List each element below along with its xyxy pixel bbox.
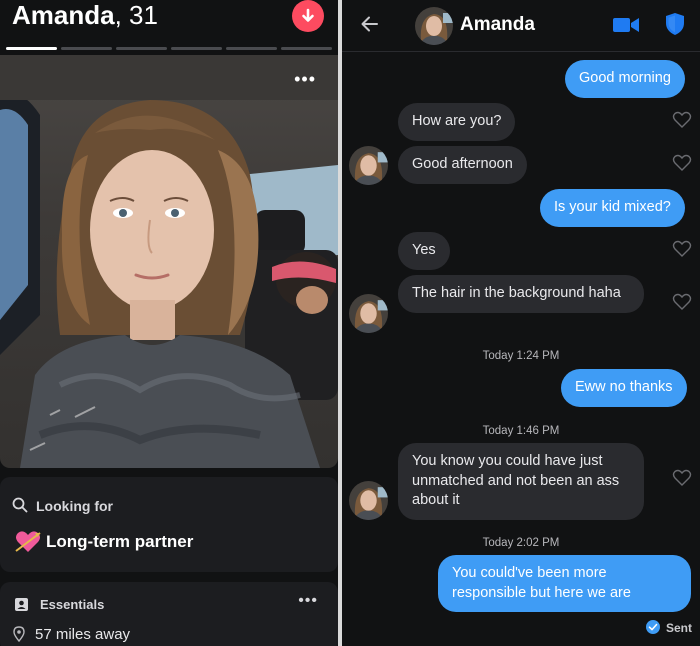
timestamp: Today 1:24 PM (482, 350, 560, 362)
like-heart-icon[interactable] (672, 240, 692, 258)
profile-photo-illustration (0, 55, 338, 468)
contact-name[interactable]: Amanda (460, 14, 535, 36)
chat-panel: Amanda Good morning How are you? Good af… (342, 0, 700, 646)
like-heart-icon[interactable] (672, 469, 692, 487)
like-heart-icon[interactable] (672, 154, 692, 172)
sent-check-icon (646, 620, 660, 634)
photo-indicator[interactable] (116, 47, 167, 50)
arrow-down-icon (302, 8, 314, 22)
distance-text: 57 miles away (35, 626, 131, 643)
search-icon (12, 497, 28, 513)
message-bubble[interactable]: Good morning (565, 60, 685, 98)
profile-age: , 31 (114, 0, 158, 30)
message-bubble[interactable]: Good afternoon (398, 146, 527, 184)
message-bubble[interactable]: You could've been more responsible but h… (438, 555, 691, 612)
avatar-image (349, 481, 388, 520)
looking-for-label: Looking for (36, 498, 113, 514)
timestamp: Today 2:02 PM (482, 537, 560, 549)
video-call-icon[interactable] (612, 15, 640, 35)
looking-for-card: Looking for Long-term partner (0, 477, 338, 572)
timestamp: Today 1:46 PM (482, 425, 560, 437)
like-heart-icon[interactable] (672, 293, 692, 311)
photo-indicator[interactable] (281, 47, 332, 50)
avatar-image (415, 7, 453, 45)
contact-avatar[interactable] (349, 294, 388, 333)
photo-indicator[interactable] (171, 47, 222, 50)
essentials-card: Essentials ••• 57 miles away (0, 582, 338, 646)
message-status: Sent (666, 621, 693, 635)
looking-for-value: Long-term partner (46, 532, 194, 551)
contact-avatar[interactable] (349, 481, 388, 520)
like-heart-icon[interactable] (672, 111, 692, 129)
photo-indicator[interactable] (226, 47, 277, 50)
message-bubble[interactable]: Eww no thanks (561, 369, 687, 407)
message-bubble[interactable]: Yes (398, 232, 450, 270)
location-pin-icon (13, 626, 25, 642)
photo-indicator[interactable] (61, 47, 112, 50)
collapse-profile-button[interactable] (292, 0, 324, 32)
photo-more-button[interactable]: ••• (294, 69, 316, 90)
photo-indicator[interactable] (6, 47, 57, 50)
message-bubble[interactable]: How are you? (398, 103, 516, 141)
id-card-icon (15, 598, 28, 611)
profile-header: Amanda, 31 (0, 0, 338, 42)
shield-icon[interactable] (665, 12, 685, 36)
back-arrow-icon[interactable] (360, 14, 380, 34)
profile-photo[interactable]: ••• (0, 55, 338, 468)
photo-progress (6, 47, 332, 51)
profile-first-name: Amanda (12, 0, 115, 30)
essentials-more-button[interactable]: ••• (298, 592, 318, 610)
chat-header: Amanda (342, 0, 700, 52)
contact-avatar[interactable] (349, 146, 388, 185)
message-bubble[interactable]: You know you could have just unmatched a… (398, 443, 644, 520)
essentials-label: Essentials (40, 597, 105, 612)
contact-avatar[interactable] (415, 7, 453, 45)
message-bubble[interactable]: The hair in the background haha (398, 275, 644, 313)
profile-panel: Amanda, 31 ••• Looking for Long-term par… (0, 0, 338, 646)
message-bubble[interactable]: Is your kid mixed? (540, 189, 685, 227)
avatar-image (349, 294, 388, 333)
profile-name: Amanda, 31 (12, 0, 158, 30)
avatar-image (349, 146, 388, 185)
heart-arrow-icon (15, 531, 41, 552)
